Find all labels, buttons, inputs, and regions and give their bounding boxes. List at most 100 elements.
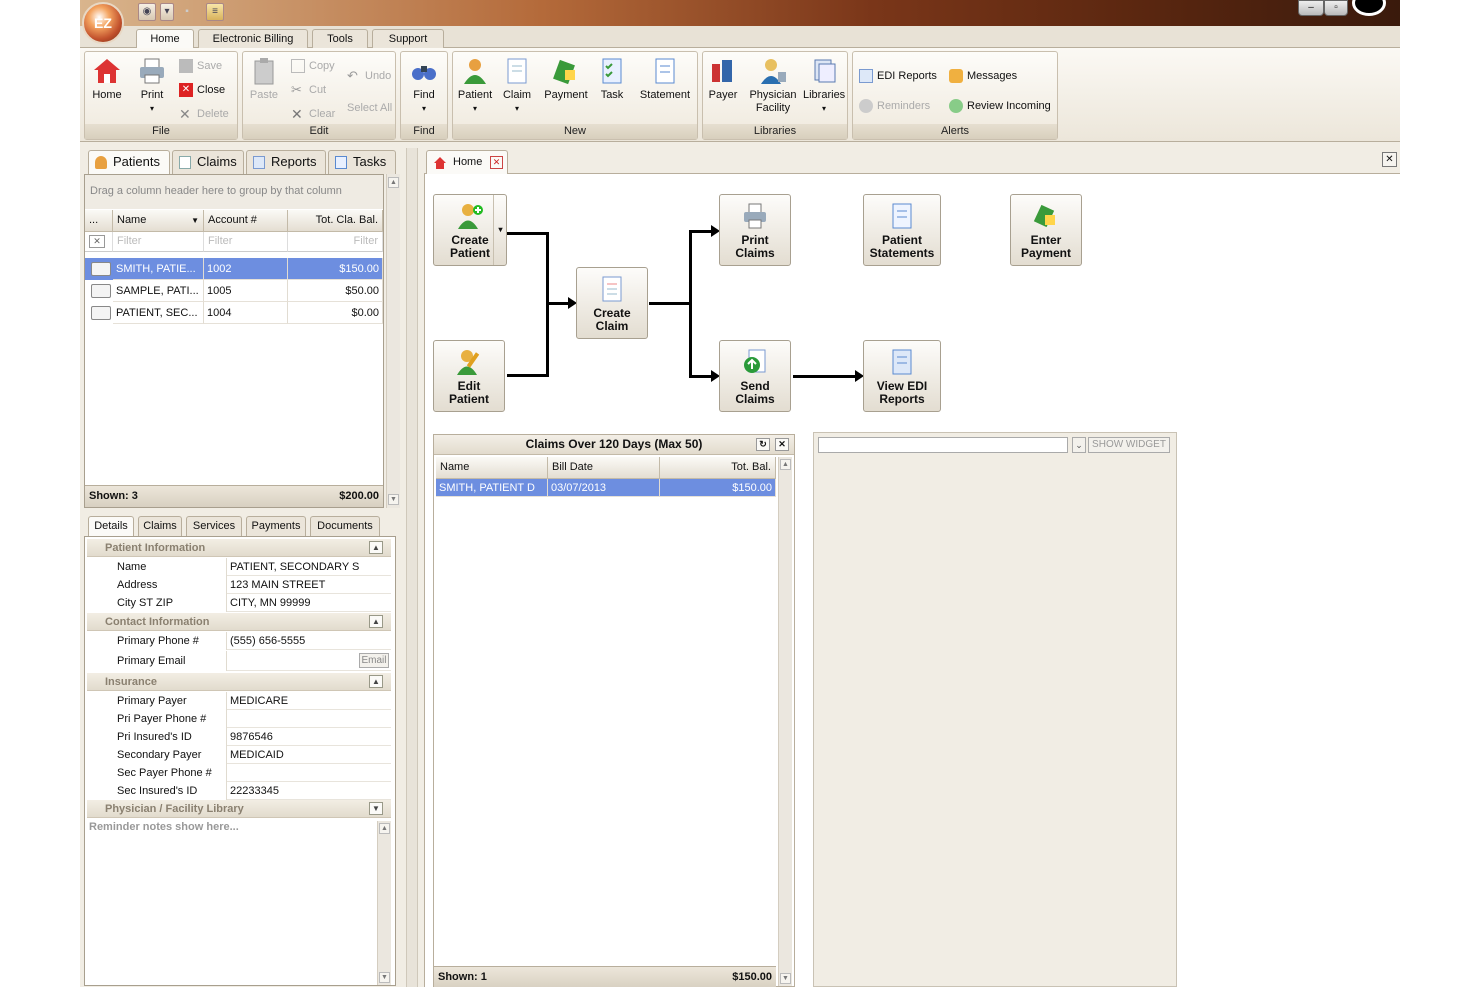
widget-dropdown-icon[interactable]: ⌄ (1072, 437, 1086, 453)
new-statement-button[interactable]: Statement (637, 56, 693, 102)
insurance-header[interactable]: Insurance ▲ (87, 673, 391, 691)
close-panel-icon[interactable]: ✕ (775, 438, 789, 451)
name-filter-input[interactable]: Filter (113, 232, 204, 252)
close-document-icon[interactable]: ✕ (1382, 152, 1397, 167)
column-header-name[interactable]: Name ▼ (113, 210, 204, 232)
tab-payments[interactable]: Payments (246, 516, 306, 536)
scroll-down-icon[interactable]: ▼ (780, 973, 791, 984)
physician-icon (761, 59, 786, 84)
tab-details[interactable]: Details (88, 516, 134, 536)
reminder-notes[interactable]: Reminder notes show here... (89, 821, 375, 981)
close-window-button[interactable] (1352, 0, 1386, 16)
print-claims-button[interactable]: Print Claims (719, 194, 791, 266)
review-incoming-button[interactable]: Review Incoming (949, 98, 1051, 114)
reminders-button[interactable]: Reminders (859, 98, 930, 114)
minimize-button[interactable]: – (1298, 0, 1324, 16)
application-menu-orb[interactable]: EZ (82, 2, 124, 44)
tab-tasks[interactable]: Tasks (328, 150, 396, 174)
tab-home[interactable]: Home (136, 29, 194, 49)
send-claims-button[interactable]: Send Claims (719, 340, 791, 412)
table-row[interactable]: SMITH, PATIE... 1002 $150.00 (85, 258, 383, 280)
collapse-icon[interactable]: ▲ (369, 541, 383, 554)
scroll-up-icon[interactable]: ▲ (388, 177, 399, 188)
undo-button[interactable]: ↶ Undo (347, 68, 391, 84)
copy-button[interactable]: Copy (291, 58, 335, 74)
tab-electronic-billing[interactable]: Electronic Billing (198, 29, 308, 48)
home-button[interactable]: Home (89, 56, 125, 102)
tab-tools[interactable]: Tools (312, 29, 368, 48)
collapse-icon[interactable]: ▲ (369, 675, 383, 688)
new-patient-button[interactable]: Patient ▾ (455, 56, 495, 115)
maximize-button[interactable]: ▫ (1324, 0, 1348, 16)
column-header-options[interactable]: ... (85, 210, 113, 232)
delete-button[interactable]: ✕ Delete (179, 106, 229, 122)
close-tab-icon[interactable]: ✕ (490, 156, 503, 169)
find-button[interactable]: Find ▾ (407, 56, 441, 115)
clear-button[interactable]: ✕ Clear (291, 106, 335, 122)
contact-information-header[interactable]: Contact Information ▲ (87, 613, 391, 631)
create-claim-button[interactable]: Create Claim (576, 267, 648, 339)
table-row[interactable]: SMITH, PATIENT D 03/07/2013 $150.00 (436, 479, 776, 497)
column-header-name[interactable]: Name (436, 457, 548, 479)
tab-documents[interactable]: Documents (310, 516, 380, 536)
table-row[interactable]: PATIENT, SEC... 1004 $0.00 (85, 302, 383, 324)
email-button[interactable]: Email (359, 653, 389, 668)
collapse-icon[interactable]: ▲ (369, 615, 383, 628)
tab-claims[interactable]: Claims (172, 150, 244, 174)
account-filter-input[interactable]: Filter (204, 232, 288, 252)
column-header-balance[interactable]: Tot. Cla. Bal. (288, 210, 383, 232)
close-button[interactable]: ✕ Close (179, 82, 225, 98)
view-edi-reports-button[interactable]: View EDI Reports (863, 340, 941, 412)
new-payment-button[interactable]: Payment (541, 56, 591, 102)
table-row[interactable]: SAMPLE, PATI... 1005 $50.00 (85, 280, 383, 302)
cut-button[interactable]: ✂ Cut (291, 82, 326, 98)
quick-access-save-icon[interactable]: ▪ (178, 3, 196, 21)
messages-button[interactable]: Messages (949, 68, 1017, 84)
document-tab-home[interactable]: Home ✕ (426, 150, 508, 174)
scroll-down-icon[interactable]: ▼ (388, 494, 399, 505)
libraries-button[interactable]: Libraries ▾ (803, 56, 845, 115)
claims-scrollbar[interactable]: ▲ ▼ (778, 457, 792, 986)
column-header-account[interactable]: Account # (204, 210, 288, 232)
patient-statements-button[interactable]: Patient Statements (863, 194, 941, 266)
dropdown-arrow-icon[interactable]: ▾ (493, 195, 507, 265)
balance-filter-input[interactable]: Filter (288, 232, 383, 252)
expand-icon[interactable]: ▼ (369, 802, 383, 815)
column-header-bill-date[interactable]: Bill Date (548, 457, 660, 479)
paste-button[interactable]: Paste (247, 56, 281, 102)
payer-library-button[interactable]: Payer (705, 56, 741, 102)
column-header-total-balance[interactable]: Tot. Bal. (660, 457, 776, 479)
create-patient-button[interactable]: Create Patient ▾ (433, 194, 507, 266)
scroll-down-icon[interactable]: ▼ (379, 972, 390, 983)
quick-access-app-icon[interactable]: ◉ (138, 3, 156, 21)
scroll-up-icon[interactable]: ▲ (780, 459, 791, 470)
print-button[interactable]: Print ▾ (133, 56, 171, 115)
show-widget-button[interactable]: SHOW WIDGET (1088, 437, 1170, 453)
tab-support[interactable]: Support (372, 29, 444, 48)
edit-patient-button[interactable]: Edit Patient (433, 340, 505, 412)
tab-detail-claims[interactable]: Claims (138, 516, 182, 536)
physician-facility-header[interactable]: Physician / Facility Library ▼ (87, 800, 391, 818)
enter-payment-button[interactable]: Enter Payment (1010, 194, 1082, 266)
patient-information-header[interactable]: Patient Information ▲ (87, 539, 391, 557)
refresh-icon[interactable]: ↻ (756, 438, 770, 451)
patients-grid-scrollbar[interactable]: ▲ ▼ (386, 174, 400, 508)
quick-access-customize-icon[interactable]: ≡ (206, 3, 224, 21)
new-claim-button[interactable]: Claim ▾ (501, 56, 533, 115)
tab-services[interactable]: Services (186, 516, 242, 536)
tab-patients[interactable]: Patients (88, 150, 170, 174)
physician-facility-button[interactable]: Physician Facility (747, 56, 799, 115)
select-all-button[interactable]: Select All (347, 100, 392, 116)
new-task-button[interactable]: Task (597, 56, 627, 102)
panel-splitter[interactable] (406, 148, 418, 987)
edi-reports-button[interactable]: EDI Reports (859, 68, 937, 84)
widget-select[interactable] (818, 437, 1068, 453)
clear-filter-button[interactable]: ✕ (85, 232, 113, 252)
tab-reports[interactable]: Reports (246, 150, 326, 174)
save-button[interactable]: Save (179, 58, 222, 74)
quick-access-dropdown-icon[interactable]: ▾ (160, 3, 174, 21)
sort-dropdown-icon[interactable]: ▼ (191, 210, 199, 231)
libraries-icon (814, 59, 836, 83)
scroll-up-icon[interactable]: ▲ (379, 823, 390, 834)
reminder-scrollbar[interactable]: ▲ ▼ (377, 821, 391, 985)
